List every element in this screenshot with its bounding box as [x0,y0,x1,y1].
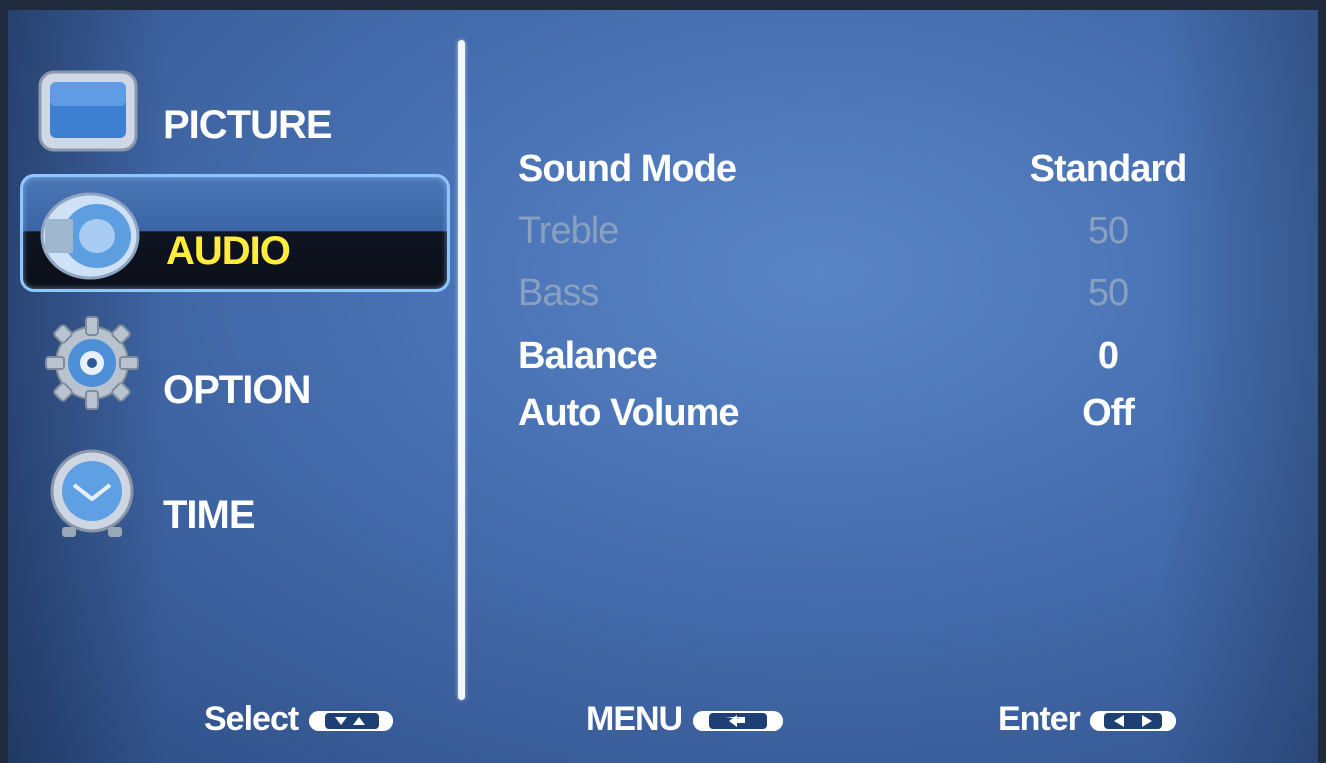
footer-menu-label: MENU [586,700,683,738]
speaker-icon [35,189,145,289]
category-audio[interactable]: AUDIO [20,174,450,292]
setting-row-auto-volume[interactable]: Auto Volume Off [518,392,1218,442]
setting-value: Standard [1029,148,1188,190]
setting-name: Bass [518,272,599,314]
tv-icon [38,70,138,160]
setting-row-sound-mode[interactable]: Sound Mode Standard [518,148,1218,198]
setting-value: 50 [1087,272,1129,314]
gear-icon [44,315,140,416]
setting-row-balance[interactable]: Balance 0 [518,335,1218,385]
menu-divider [458,40,465,700]
setting-name: Balance [518,335,658,377]
setting-name: Treble [518,210,619,252]
footer-enter-label: Enter [998,700,1081,738]
setting-value: Off [1082,392,1135,434]
setting-name: Sound Mode [518,148,737,190]
clock-icon [44,445,140,546]
category-picture[interactable]: PICTURE [28,65,448,183]
footer-select-label: Select [204,700,299,738]
setting-row-bass: Bass 50 [518,272,1218,322]
category-time[interactable]: TIME [28,435,448,553]
setting-value: 0 [1097,335,1119,377]
footer-menu-hint: MENU [586,700,783,750]
category-label-picture: PICTURE [163,103,333,147]
footer-enter-hint: Enter [998,700,1177,750]
up-down-arrows-icon [308,711,393,732]
tv-osd-screen: PICTURE AUDIO OPTION TIME Sound Mode Sta… [8,10,1318,763]
footer-select-hint: Select [204,700,393,750]
left-right-arrows-icon [1090,711,1177,732]
category-option[interactable]: OPTION [28,310,448,428]
return-arrow-icon [692,711,783,732]
setting-value: 50 [1087,210,1129,252]
category-label-option: OPTION [163,368,311,412]
setting-row-treble: Treble 50 [518,210,1218,260]
setting-name: Auto Volume [518,392,740,434]
category-label-time: TIME [163,493,256,537]
category-label-audio: AUDIO [166,229,291,273]
